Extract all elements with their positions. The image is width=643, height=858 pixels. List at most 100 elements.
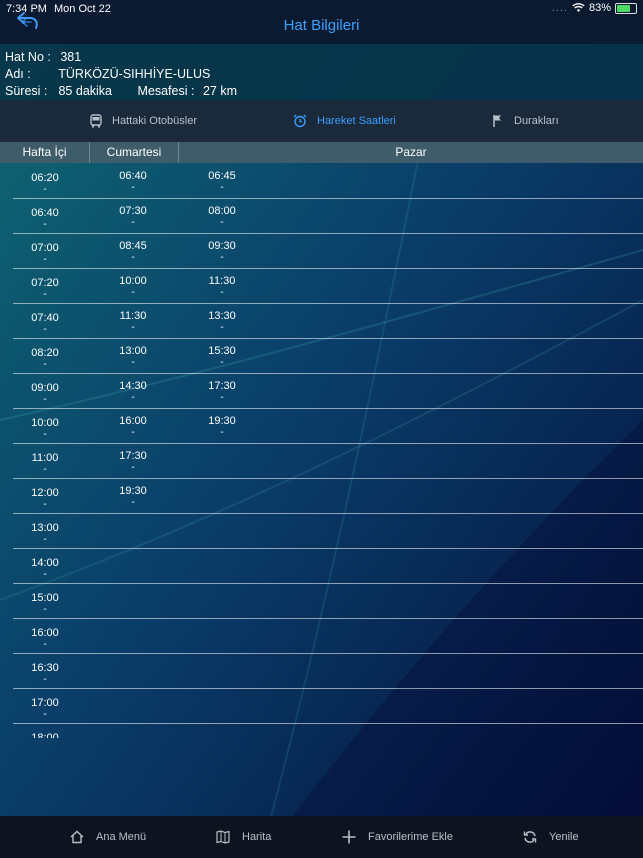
departure-note: - — [220, 392, 224, 403]
departure-note: - — [220, 427, 224, 438]
departure-note: - — [220, 217, 224, 228]
departure-time: 07:20 — [31, 277, 59, 289]
home-button[interactable]: Ana Menü — [70, 816, 146, 858]
tab-hareket-saatleri[interactable]: Hareket Saatleri — [293, 100, 396, 142]
departure-time: 13:00 — [119, 345, 147, 357]
departure-time: 08:20 — [31, 347, 59, 359]
departure-time: 16:00 — [31, 627, 59, 639]
column-header-hafta-ici: Hafta İçi — [0, 142, 90, 163]
time-cell: 09:30- — [190, 240, 254, 264]
tab-label: Hareket Saatleri — [317, 115, 396, 127]
departure-time: 17:30 — [208, 380, 236, 392]
refresh-button[interactable]: Yenile — [523, 816, 579, 858]
departure-time: 17:30 — [119, 450, 147, 462]
battery-icon — [615, 2, 637, 14]
time-cell: 06:40- — [13, 207, 77, 231]
time-cell: 07:40- — [13, 312, 77, 336]
time-cell: 06:45- — [190, 170, 254, 194]
time-cell: 16:00- — [101, 415, 165, 439]
status-date: Mon Oct 22 — [54, 3, 111, 15]
departure-time: 15:00 — [31, 592, 59, 604]
add-favorite-button[interactable]: Favorilerime Ekle — [342, 816, 453, 858]
adi-label: Adı : — [5, 67, 31, 81]
table-row: 10:00-16:00-19:30- — [13, 408, 643, 444]
departure-note: - — [43, 184, 47, 195]
adi-row: Adı : TÜRKÖZÜ-SIHHİYE-ULUS — [5, 67, 210, 81]
flag-icon — [493, 115, 501, 127]
departure-time: 08:45 — [119, 240, 147, 252]
departure-time: 18:00 — [31, 732, 59, 738]
departure-note: - — [43, 394, 47, 405]
time-cell: 17:30- — [101, 450, 165, 474]
departure-time: 09:00 — [31, 382, 59, 394]
line-info-panel: Hat No : 381 Adı : TÜRKÖZÜ-SIHHİYE-ULUS … — [0, 44, 643, 100]
departure-time: 07:40 — [31, 312, 59, 324]
schedule-table[interactable]: 06:20-06:40-06:45-06:40-07:30-08:00-07:0… — [0, 163, 643, 738]
departure-time: 07:30 — [119, 205, 147, 217]
departure-note: - — [131, 462, 135, 473]
departure-time: 12:00 — [31, 487, 59, 499]
departure-time: 19:30 — [119, 485, 147, 497]
departure-time: 06:40 — [119, 170, 147, 182]
departure-time: 13:30 — [208, 310, 236, 322]
table-row: 16:00- — [13, 618, 643, 654]
status-indicators: .... 83% — [552, 2, 637, 14]
suresi-label: Süresi : — [5, 84, 48, 98]
column-header-cumartesi: Cumartesi — [90, 142, 179, 163]
time-cell: 17:30- — [190, 380, 254, 404]
departure-note: - — [43, 639, 47, 650]
time-cell: 14:30- — [101, 380, 165, 404]
hat-no-row: Hat No : 381 — [5, 50, 81, 64]
time-cell: 12:00- — [13, 487, 77, 511]
table-row: 15:00- — [13, 583, 643, 619]
bottom-toolbar: Ana Menü Harita Favorilerime Ekle Yenile — [0, 816, 643, 858]
departure-note: - — [43, 569, 47, 580]
table-row: 12:00- 19:30- — [13, 478, 643, 514]
map-button[interactable]: Harita — [216, 816, 271, 858]
departure-note: - — [220, 182, 224, 193]
departure-time: 06:20 — [31, 172, 59, 184]
tab-duraklari[interactable]: Durakları — [492, 100, 559, 142]
time-cell: 14:00- — [13, 557, 77, 581]
table-row: 08:20-13:00-15:30- — [13, 338, 643, 374]
time-cell: 07:00- — [13, 242, 77, 266]
time-cell: 07:30- — [101, 205, 165, 229]
time-cell: 13:30- — [190, 310, 254, 334]
battery-percent: 83% — [588, 2, 611, 14]
schedule-header: Hafta İçi Cumartesi Pazar — [0, 142, 643, 163]
table-row: 13:00- — [13, 513, 643, 549]
time-cell: 08:45- — [101, 240, 165, 264]
departure-note: - — [131, 392, 135, 403]
time-cell: 15:30- — [190, 345, 254, 369]
page-title: Hat Bilgileri — [283, 17, 360, 34]
departure-time: 09:30 — [208, 240, 236, 252]
time-cell: 08:00- — [190, 205, 254, 229]
departure-note: - — [43, 429, 47, 440]
departure-note: - — [43, 324, 47, 335]
departure-note: - — [131, 182, 135, 193]
bus-icon — [90, 114, 102, 128]
tab-hattaki-otobusler[interactable]: Hattaki Otobüsler — [90, 100, 197, 142]
mesafesi-value: 27 km — [202, 84, 237, 98]
tab-bar: Hattaki Otobüsler Hareket Saatleri Durak… — [0, 100, 643, 142]
table-row: 11:00-17:30- — [13, 443, 643, 479]
departure-time: 07:00 — [31, 242, 59, 254]
time-cell: 13:00- — [13, 522, 77, 546]
departure-time: 14:00 — [31, 557, 59, 569]
departure-time: 10:00 — [119, 275, 147, 287]
table-row: 07:20-10:00-11:30- — [13, 268, 643, 304]
navigation-bar: Hat Bilgileri — [0, 12, 643, 44]
home-icon — [70, 830, 84, 844]
departure-note: - — [43, 359, 47, 370]
departure-note: - — [43, 709, 47, 720]
departure-note: - — [43, 289, 47, 300]
status-bar: 7:34 PM Mon Oct 22 .... 83% — [0, 0, 643, 18]
time-cell: 11:30- — [190, 275, 254, 299]
time-cell: 11:30- — [101, 310, 165, 334]
departure-time: 11:30 — [119, 310, 147, 322]
departure-time: 17:00 — [31, 697, 59, 709]
departure-note: - — [43, 674, 47, 685]
departure-note: - — [43, 604, 47, 615]
departure-time: 06:40 — [31, 207, 59, 219]
time-cell: 19:30- — [101, 485, 165, 509]
